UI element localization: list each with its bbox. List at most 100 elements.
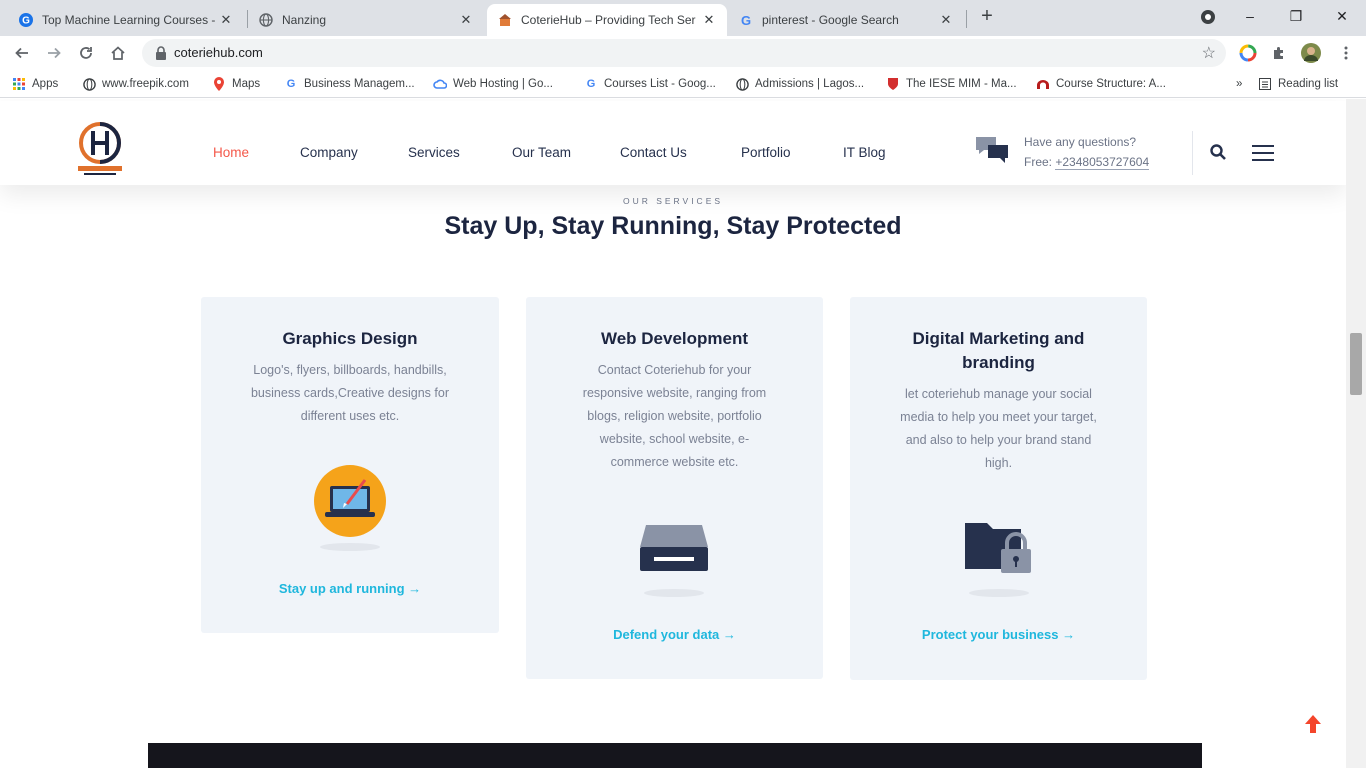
window-close-button[interactable]: ✕ <box>1322 4 1362 28</box>
minimize-button[interactable]: – <box>1230 4 1270 28</box>
service-card-digital-marketing: Digital Marketing and branding let coter… <box>850 297 1147 680</box>
tab-title: pinterest - Google Search <box>762 13 899 27</box>
svg-text:G: G <box>741 13 751 27</box>
card-line: responsive website, ranging from <box>582 386 767 400</box>
bookmark-course-structure[interactable]: Course Structure: A... <box>1036 75 1166 93</box>
forward-arrow-icon <box>48 47 61 59</box>
contact-prefix: Free: <box>1024 155 1053 169</box>
nav-portfolio[interactable]: Portfolio <box>741 145 791 160</box>
globe-icon <box>735 77 749 91</box>
bookmark-web-hosting[interactable]: Web Hosting | Go... <box>433 75 553 93</box>
back-arrow-icon <box>15 47 28 59</box>
bookmark-iese-mim[interactable]: The IESE MIM - Ma... <box>886 75 1017 93</box>
service-card-graphics: Graphics Design Logo's, flyers, billboar… <box>201 297 499 633</box>
google-g-icon: G <box>586 78 596 90</box>
address-bar[interactable]: coteriehub.com ☆ <box>142 39 1226 67</box>
bookmark-maps[interactable]: Maps <box>212 75 260 93</box>
scrollbar-thumb[interactable] <box>1350 333 1362 395</box>
profile-indicator-icon[interactable] <box>1188 4 1228 28</box>
nav-home[interactable]: Home <box>213 145 249 160</box>
bookmark-label: Web Hosting | Go... <box>453 78 553 90</box>
more-bookmarks-button[interactable]: » <box>1236 75 1242 93</box>
nav-our-team[interactable]: Our Team <box>512 145 571 160</box>
tab-coteriehub[interactable]: CoterieHub – Providing Tech Ser ✕ <box>487 4 727 36</box>
forward-button[interactable] <box>42 41 66 65</box>
reading-list-button[interactable]: Reading list <box>1258 75 1338 93</box>
bookmark-label: Apps <box>32 78 59 90</box>
tab-ml-courses[interactable]: G Top Machine Learning Courses - ✕ <box>8 4 244 36</box>
back-button[interactable] <box>10 41 34 65</box>
home-button[interactable] <box>106 41 130 65</box>
card-description: let coteriehub manage your social media … <box>874 383 1123 475</box>
card-line: blogs, religion website, portfolio <box>587 409 762 423</box>
bookmark-apps[interactable]: Apps <box>12 75 58 93</box>
tab-pinterest-search[interactable]: G pinterest - Google Search ✕ <box>728 4 964 36</box>
bookmark-label: Course Structure: A... <box>1056 78 1166 90</box>
scroll-to-top-icon[interactable] <box>1302 713 1324 735</box>
nav-services[interactable]: Services <box>408 145 460 160</box>
tab-nanzing[interactable]: Nanzing ✕ <box>248 4 484 36</box>
more-menu-icon[interactable] <box>1334 41 1358 65</box>
google-g-icon: G <box>18 12 34 28</box>
bookmark-star-icon[interactable]: ☆ <box>1202 43 1216 63</box>
chat-bubbles-icon <box>976 137 1008 163</box>
apps-grid-icon <box>12 77 26 91</box>
card-description: Logo's, flyers, billboards, handbills, b… <box>225 359 475 428</box>
close-icon[interactable]: ✕ <box>458 12 474 28</box>
server-drive-icon <box>640 525 708 571</box>
browser-toolbar: coteriehub.com ☆ <box>0 36 1366 70</box>
restore-button[interactable]: ❐ <box>1276 4 1316 28</box>
card-line: and also to help your brand stand <box>905 433 1092 447</box>
tab-divider <box>966 10 967 28</box>
card-title-line: Digital Marketing and <box>912 329 1085 348</box>
dark-section-band <box>148 743 1202 768</box>
extensions-puzzle-icon[interactable] <box>1267 41 1291 65</box>
page-scrollbar[interactable] <box>1346 99 1366 768</box>
nav-it-blog[interactable]: IT Blog <box>843 145 886 160</box>
avatar[interactable] <box>1299 41 1323 65</box>
nav-contact-us[interactable]: Contact Us <box>620 145 687 160</box>
card-line: different uses etc. <box>300 409 400 423</box>
card-link-stay-up[interactable]: Stay up and running → <box>201 581 499 596</box>
card-link-protect-business[interactable]: Protect your business → <box>850 627 1147 642</box>
web-page: Home Company Services Our Team Contact U… <box>0 99 1366 768</box>
bookmark-business-management[interactable]: G Business Managem... <box>284 75 415 93</box>
hamburger-menu-icon[interactable] <box>1252 143 1274 163</box>
contact-info: Have any questions? Free: +2348053727604 <box>974 131 1184 175</box>
bookmark-admissions-lagos[interactable]: Admissions | Lagos... <box>735 75 864 93</box>
phone-number[interactable]: +2348053727604 <box>1055 155 1150 170</box>
nav-company[interactable]: Company <box>300 145 358 160</box>
bookmark-courses-list[interactable]: G Courses List - Goog... <box>584 75 716 93</box>
reading-list-icon <box>1258 77 1272 91</box>
extension-icon[interactable] <box>1236 41 1260 65</box>
icon-shadow <box>320 543 380 551</box>
home-icon <box>111 46 125 60</box>
card-link-defend-data[interactable]: Defend your data → <box>526 627 823 642</box>
card-title: Graphics Design <box>282 329 418 348</box>
bookmark-label: Business Managem... <box>304 78 415 90</box>
close-icon[interactable]: ✕ <box>701 12 717 28</box>
icon-shadow <box>969 589 1029 597</box>
card-line: let coteriehub manage your social <box>905 387 1092 401</box>
lock-icon <box>156 46 166 60</box>
bookmark-freepik[interactable]: www.freepik.com <box>82 75 189 93</box>
search-icon[interactable] <box>1209 143 1227 161</box>
svg-text:G: G <box>22 16 30 27</box>
bookmark-label: Courses List - Goog... <box>604 78 716 90</box>
contact-phone[interactable]: Free: +2348053727604 <box>1024 155 1150 170</box>
card-line: high. <box>984 456 1013 470</box>
close-icon[interactable]: ✕ <box>938 12 954 28</box>
card-line: Contact Coteriehub for your <box>597 363 752 377</box>
folder-lock-icon <box>965 523 1031 573</box>
tab-title: Top Machine Learning Courses - <box>42 13 216 27</box>
new-tab-button[interactable]: + <box>976 6 998 28</box>
google-g-icon: G <box>286 78 296 90</box>
site-favicon <box>497 12 513 28</box>
tab-title: CoterieHub – Providing Tech Ser <box>521 13 696 27</box>
service-card-web-development: Web Development Contact Coteriehub for y… <box>526 297 823 679</box>
card-title-line: branding <box>962 353 1035 372</box>
site-logo[interactable] <box>74 119 126 179</box>
close-icon[interactable]: ✕ <box>218 12 234 28</box>
contact-question: Have any questions? <box>1024 135 1137 149</box>
reload-button[interactable] <box>74 41 98 65</box>
